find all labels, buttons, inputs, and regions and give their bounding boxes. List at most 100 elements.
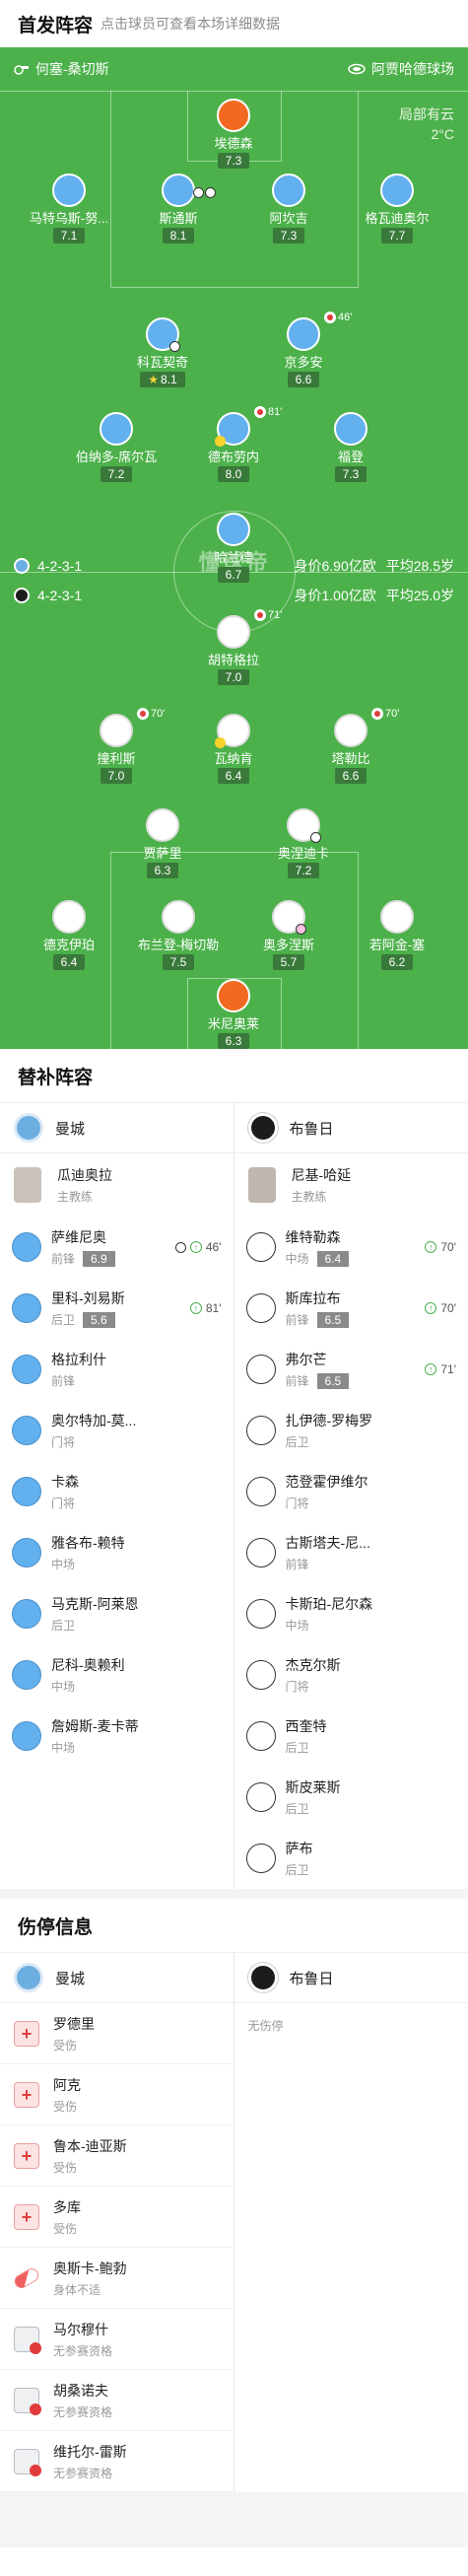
sub-row[interactable]: 维特勒森 中场 6.4 ↑ 70' [234,1217,468,1278]
player-rating: 7.0 [100,768,133,784]
sub-row[interactable]: 斯皮莱斯 后卫 [234,1767,468,1828]
home-player-6[interactable]: 科瓦契奇 ★ 8.1 [113,317,212,388]
sub-row[interactable]: 弗尔芒 前锋 6.5 ↑ 71' [234,1339,468,1400]
injury-row[interactable]: 奥斯卡-鲍勃 身体不适 [0,2248,234,2309]
sub-position: 中场 [285,1619,309,1633]
away-player-10[interactable]: 若阿金-塞 6.2 [348,900,446,971]
home-player-5[interactable]: 格瓦迪奥尔 7.7 [348,174,446,244]
player-shirt [245,1293,276,1323]
away-player-2[interactable]: 70' 撞利斯 7.0 [67,708,166,785]
sub-event: ↑ 81' [189,1301,222,1315]
subs-title: 替补阵容 [18,1067,94,1088]
away-player-1[interactable]: 71' 胡特格拉 7.0 [184,609,283,686]
subs-columns: 曼城 瓜迪奥拉 主教练 萨维尼奥 前锋 6.9 ↑ 46' 里科-刘易斯 后卫 5.6… [0,1102,468,1889]
player-rating: 7.3 [334,466,368,482]
sub-row[interactable]: 奥尔特加-莫... 门将 [0,1400,234,1461]
sub-position: 后卫 [285,1802,309,1816]
sub-name: 西奎特 [285,1718,327,1734]
injury-row[interactable]: 维托尔-雷斯 无参赛资格 [0,2431,234,2492]
sub-row[interactable]: 范登霍伊维尔 门将 [234,1461,468,1522]
home-team-header[interactable]: 曼城 [0,1952,234,2003]
player-shirt [217,979,250,1012]
away-coach[interactable]: 尼基-哈延 主教练 [234,1153,468,1217]
sub-position: 中场 [285,1252,309,1266]
sub-off-icon [371,708,383,720]
sub-row[interactable]: 萨维尼奥 前锋 6.9 ↑ 46' [0,1217,234,1278]
home-player-2[interactable]: 马特乌斯-努... 7.1 [20,174,118,244]
coach-name: 瓜迪奥拉 [57,1167,112,1183]
player-shirt [12,1477,41,1506]
player-shirt [52,900,86,934]
sub-row[interactable]: 马克斯-阿莱恩 后卫 [0,1583,234,1644]
goal-ball-icon [193,187,204,198]
sub-event: 71' [254,609,282,621]
coach-info: 瓜迪奥拉 主教练 [57,1165,112,1205]
away-player-6[interactable]: 奥涅迪卡 7.2 [254,808,353,879]
sub-row[interactable]: 古斯塔夫-尼... 前锋 [234,1522,468,1583]
sub-row[interactable]: 格拉利什 前锋 [0,1339,234,1400]
sub-row[interactable]: 扎伊德-罗梅罗 后卫 [234,1400,468,1461]
away-player-4[interactable]: 70' 塔勒比 6.6 [301,708,400,785]
sub-row[interactable]: 詹姆斯-麦卡蒂 中场 [0,1706,234,1767]
player-shirt [380,174,414,207]
injury-reason: 受伤 [53,2038,78,2053]
injury-row[interactable]: 阿克受伤 [0,2064,234,2125]
team-name: 曼城 [55,1970,86,1987]
injury-row[interactable]: 鲁本-迪亚斯受伤 [0,2125,234,2187]
sub-row[interactable]: 西奎特 后卫 [234,1706,468,1767]
sub-row[interactable]: 杰克尔斯 门将 [234,1644,468,1706]
player-shirt [272,174,305,207]
injury-row[interactable]: 马尔穆什 无参赛资格 [0,2309,234,2370]
home-player-10[interactable]: 福登 7.3 [301,412,400,483]
home-team-header[interactable]: 曼城 [0,1102,234,1153]
player-name: 布兰登-梅切勒 [137,938,220,952]
player-shirt: 71' [217,609,282,649]
away-team-header[interactable]: 布鲁日 [234,1102,468,1153]
sub-row[interactable]: 里科-刘易斯 后卫 5.6 ↑ 81' [0,1278,234,1339]
away-player-8[interactable]: 布兰登-梅切勒 7.5 [129,900,228,971]
sub-name: 弗尔芒 [285,1352,327,1367]
player-name: 马特乌斯-努... [29,211,109,226]
injury-row[interactable]: 多库受伤 [0,2187,234,2248]
sub-event: 81' [254,406,282,418]
player-rating: 7.1 [52,228,86,244]
away-player-11[interactable]: 米尼奥莱 6.3 [184,979,283,1049]
medkit-icon [14,2081,39,2108]
home-coach[interactable]: 瓜迪奥拉 主教练 [0,1153,234,1217]
sub-row[interactable]: 尼科-奥赖利 中场 [0,1644,234,1706]
sub-row[interactable]: 萨布 后卫 [234,1828,468,1889]
sub-row[interactable]: 卡森 门将 [0,1461,234,1522]
injury-row[interactable]: 胡桑诺夫 无参赛资格 [0,2370,234,2431]
away-player-5[interactable]: 贾萨里 6.3 [113,808,212,879]
lineup-subtitle: 点击球员可查看本场详细数据 [100,16,281,32]
player-shirt [334,412,368,446]
sub-position: 前锋 [285,1558,309,1571]
away-player-3[interactable]: 瓦纳肯 6.4 [184,714,283,785]
player-name: 奥涅迪卡 [277,846,329,861]
injury-reason: 无参赛资格 [53,2404,113,2419]
home-player-9[interactable]: 81' 德布劳内 8.0 [184,406,283,483]
sub-row[interactable]: 斯库拉布 前锋 6.5 ↑ 70' [234,1278,468,1339]
sub-event: 46' [324,312,352,323]
sub-row[interactable]: 雅各布-赖特 中场 [0,1522,234,1583]
injury-info: 罗德里 受伤 [53,2014,95,2054]
home-player-1[interactable]: 埃德森 7.3 [184,99,283,170]
away-player-9[interactable]: 奥多涅斯 5.7 [239,900,338,971]
sub-row[interactable]: 卡斯珀-尼尔森 中场 [234,1583,468,1644]
sub-name: 维特勒森 [285,1229,341,1245]
home-player-7[interactable]: 46' 京多安 6.6 [254,312,353,388]
sub-in-icon: ↑ [425,1363,437,1375]
sub-info: 马克斯-阿莱恩 后卫 [51,1594,222,1634]
home-player-4[interactable]: 阿坎吉 7.3 [239,174,338,244]
home-player-11[interactable]: 哈兰德 6.7 [184,513,283,584]
away-team-header[interactable]: 布鲁日 [234,1952,468,2003]
home-player-3[interactable]: 斯通斯 8.1 [129,174,228,244]
away-player-7[interactable]: 德克伊珀 6.4 [20,900,118,971]
injury-player-name: 多库 [53,2198,81,2215]
sub-in-icon: ↑ [425,1241,437,1253]
sub-name: 卡森 [51,1474,79,1490]
player-shirt [12,1416,41,1445]
home-player-8[interactable]: 伯纳多-席尔瓦 7.2 [67,412,166,483]
injury-row[interactable]: 罗德里受伤 [0,2003,234,2064]
injury-reason: 受伤 [53,2221,78,2236]
